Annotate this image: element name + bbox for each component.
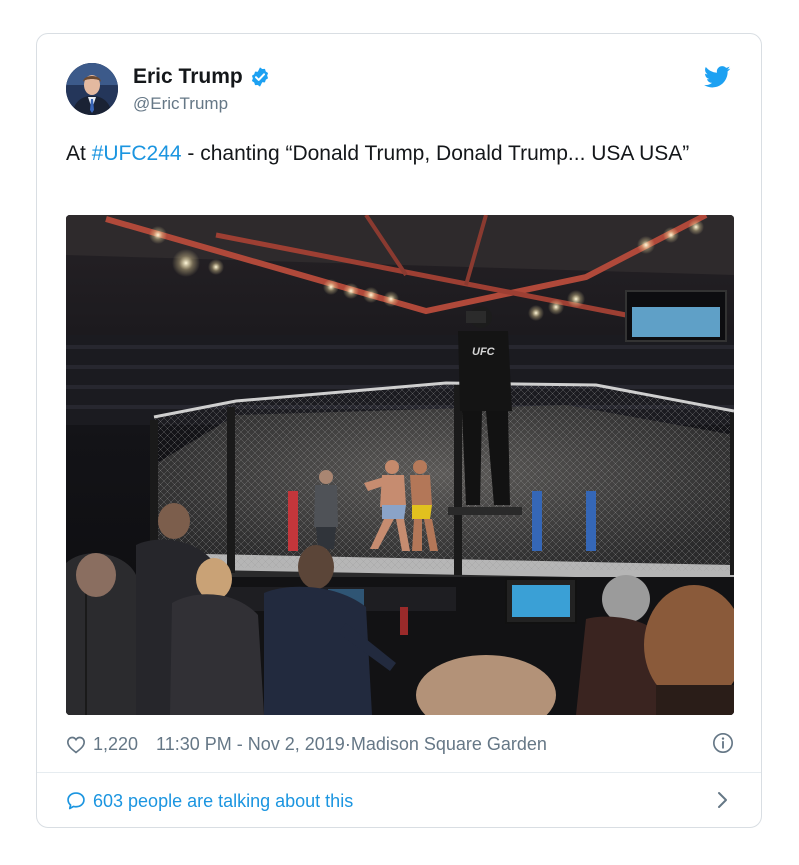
tweet-text-prefix: At bbox=[66, 142, 92, 165]
ufc-logo-on-shirt: UFC bbox=[472, 346, 496, 358]
divider bbox=[37, 772, 761, 773]
speech-bubble-icon bbox=[67, 792, 85, 810]
tweet-photo[interactable]: UFC bbox=[66, 215, 734, 715]
tweet-text: At #UFC244 - chanting “Donald Trump, Don… bbox=[66, 138, 726, 169]
location-link[interactable]: Madison Square Garden bbox=[351, 734, 547, 755]
author-name[interactable]: Eric Trump bbox=[133, 65, 243, 89]
tweet-meta: 1,220 11:30 PM - Nov 2, 2019 · Madison S… bbox=[66, 731, 734, 757]
timestamp-link[interactable]: 11:30 PM - Nov 2, 2019 bbox=[156, 734, 345, 755]
info-icon[interactable] bbox=[712, 732, 734, 754]
avatar-image bbox=[66, 63, 118, 115]
conversation-label: 603 people are talking about this bbox=[93, 790, 354, 811]
ufc-arena-photo: UFC bbox=[66, 215, 734, 715]
verified-badge-icon bbox=[251, 67, 268, 87]
heart-icon[interactable] bbox=[66, 735, 86, 754]
author-name-row: Eric Trump bbox=[133, 65, 271, 89]
hashtag-link[interactable]: #UFC244 bbox=[92, 142, 182, 165]
tweet-text-body: - chanting “Donald Trump, Donald Trump..… bbox=[181, 142, 690, 165]
author-avatar[interactable] bbox=[66, 63, 118, 115]
tweet-card[interactable]: Eric Trump @EricTrump At #UFC244 - chant… bbox=[36, 33, 762, 828]
chevron-right-icon[interactable] bbox=[716, 791, 728, 809]
author-handle[interactable]: @EricTrump bbox=[133, 94, 228, 114]
conversation-link[interactable]: 603 people are talking about this bbox=[66, 788, 734, 814]
like-count[interactable]: 1,220 bbox=[93, 734, 138, 755]
twitter-bird-icon[interactable] bbox=[704, 66, 731, 88]
